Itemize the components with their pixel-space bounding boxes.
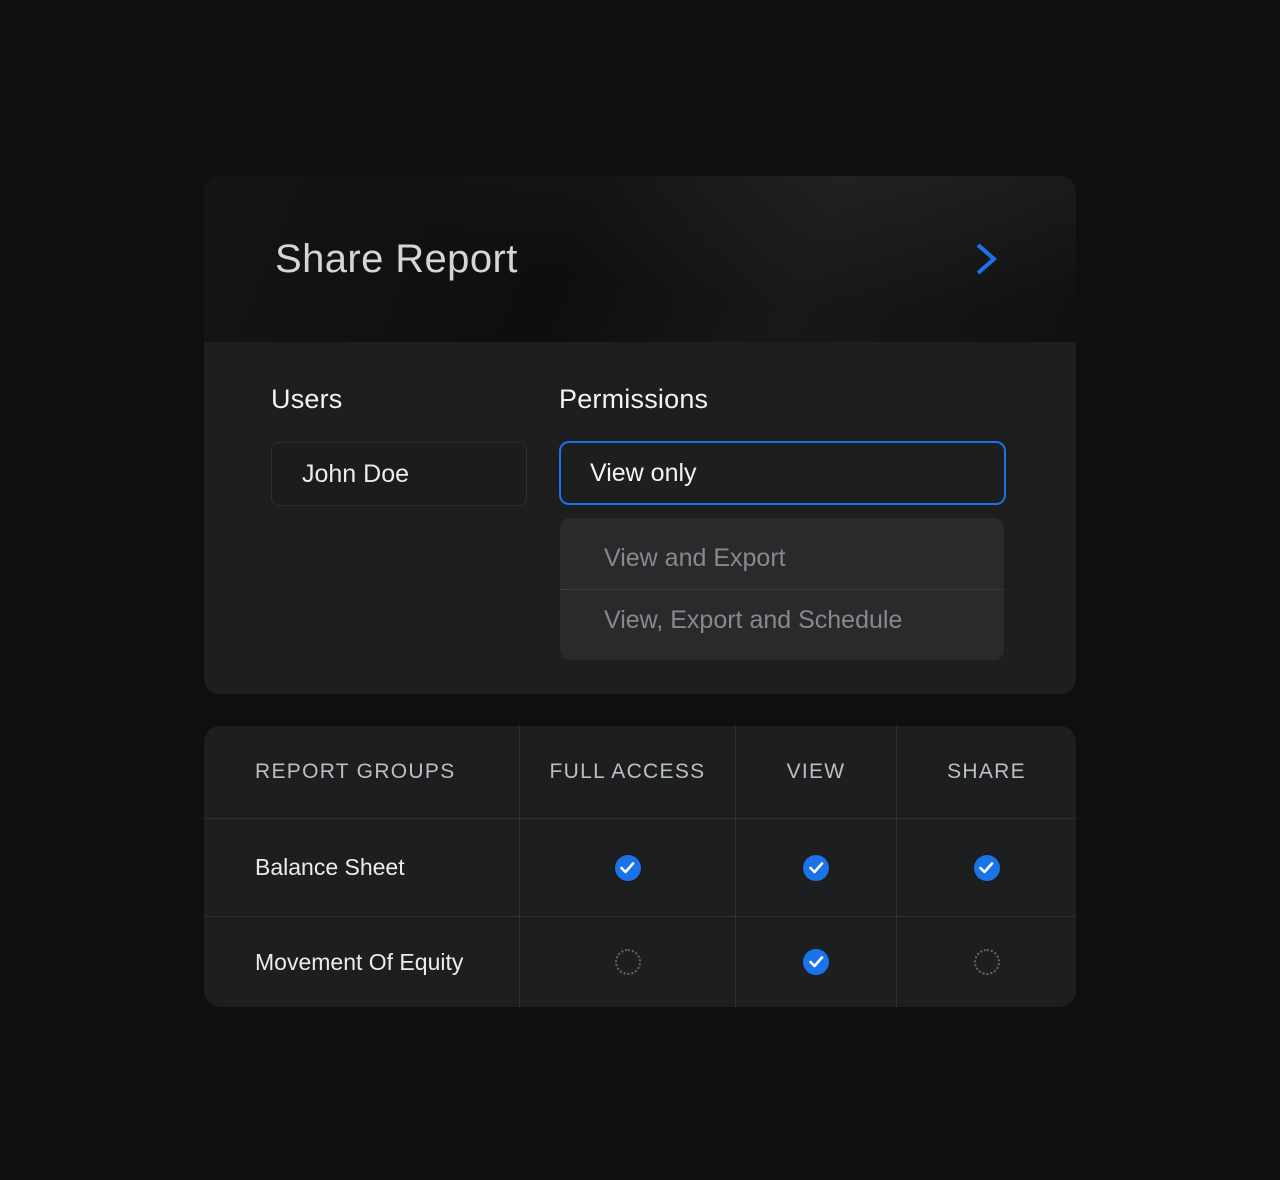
row-label-balance-sheet: Balance Sheet: [204, 818, 519, 916]
checkbox-movement-of-equity-share[interactable]: [974, 949, 1000, 975]
share-report-panel: Share Report Users Permissions John Doe …: [204, 176, 1076, 694]
chevron-right-icon[interactable]: [972, 240, 1000, 278]
screen: Share Report Users Permissions John Doe …: [0, 0, 1280, 1180]
permissions-selected-value: View only: [590, 459, 697, 488]
page-title: Share Report: [275, 237, 518, 282]
checkbox-balance-sheet-share[interactable]: [974, 855, 1000, 881]
checkbox-balance-sheet-full-access[interactable]: [615, 855, 641, 881]
table-cell: [519, 916, 735, 1007]
table-cell: [896, 818, 1076, 916]
table-cell: [519, 818, 735, 916]
users-label: Users: [271, 384, 343, 415]
users-input-value: John Doe: [302, 460, 409, 489]
checkbox-balance-sheet-view[interactable]: [803, 855, 829, 881]
table-cell: [896, 916, 1076, 1007]
column-header-report-groups: REPORT GROUPS: [204, 726, 519, 818]
table-cell: [735, 818, 896, 916]
column-header-view: VIEW: [735, 726, 896, 818]
dropdown-option-view-export-schedule[interactable]: View, Export and Schedule: [560, 589, 1004, 651]
permissions-label: Permissions: [559, 384, 708, 415]
checkbox-movement-of-equity-full-access[interactable]: [615, 949, 641, 975]
permissions-grid: REPORT GROUPS FULL ACCESS VIEW SHARE Bal…: [204, 726, 1076, 1007]
permissions-dropdown: View and Export View, Export and Schedul…: [560, 518, 1004, 660]
users-input[interactable]: John Doe: [271, 442, 527, 506]
permissions-select[interactable]: View only: [559, 441, 1006, 505]
share-report-body: Users Permissions John Doe View only Vie…: [204, 342, 1076, 694]
row-label-movement-of-equity: Movement Of Equity: [204, 916, 519, 1007]
column-header-share: SHARE: [896, 726, 1076, 818]
report-groups-table: REPORT GROUPS FULL ACCESS VIEW SHARE Bal…: [204, 726, 1076, 1007]
table-cell: [735, 916, 896, 1007]
column-header-full-access: FULL ACCESS: [519, 726, 735, 818]
share-report-header: Share Report: [204, 176, 1076, 342]
checkbox-movement-of-equity-view[interactable]: [803, 949, 829, 975]
dropdown-option-view-and-export[interactable]: View and Export: [560, 527, 1004, 589]
